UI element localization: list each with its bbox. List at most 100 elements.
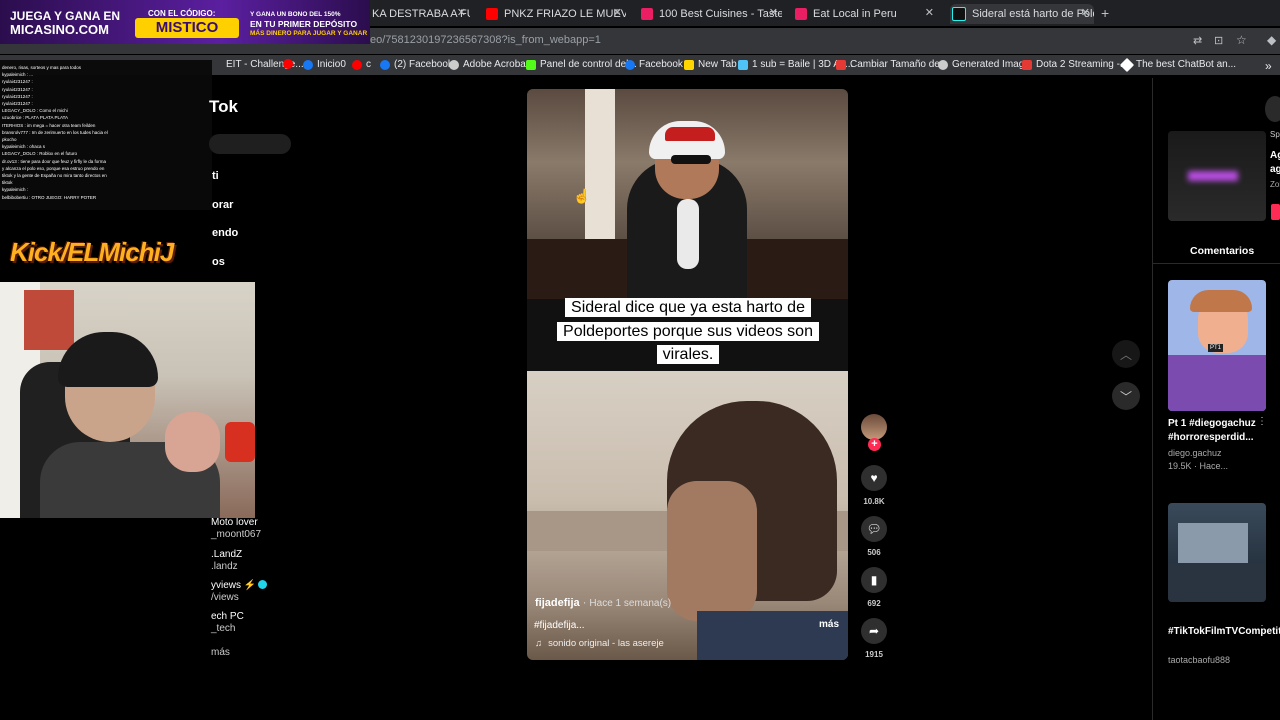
followed-account[interactable]: ech PC _tech xyxy=(211,611,244,635)
sidebar-nav-item[interactable]: endo xyxy=(212,227,238,239)
acrobat-icon xyxy=(449,59,459,70)
room-floor xyxy=(1168,563,1266,602)
site-icon xyxy=(738,59,748,70)
recommended-video-thumbnail[interactable]: PT1 xyxy=(1168,280,1266,411)
account-handle: .landz xyxy=(211,561,238,572)
account-handle: _moont067 xyxy=(211,529,262,540)
bookmark-item[interactable]: The best ChatBot an... xyxy=(1119,57,1236,72)
recommended-video-thumbnail[interactable] xyxy=(1168,503,1266,602)
streamer-webcam xyxy=(0,282,255,518)
account-name: yviews xyxy=(211,580,242,591)
sidebar-nav-item[interactable]: os xyxy=(212,256,225,268)
video-player[interactable]: Sideral dice que ya esta harto de Poldep… xyxy=(527,89,848,660)
browser-tab-active[interactable]: Sideral está harto de Poldeporte ✕ xyxy=(950,4,1094,24)
recommended-video-author[interactable]: diego.gachuz xyxy=(1168,448,1222,458)
comment-action[interactable]: 💬︎ 506 xyxy=(861,516,887,557)
video-scene-bottom xyxy=(527,371,848,660)
followed-account[interactable]: .LandZ .landz xyxy=(211,549,242,573)
chatbot-icon xyxy=(1119,57,1135,72)
recommended-video-title[interactable]: #TikTokFilmTVCompetition... xyxy=(1168,625,1280,639)
like-action[interactable]: ♥ 10.8K xyxy=(861,465,887,506)
share-icon[interactable]: ➦ xyxy=(861,618,887,644)
bookmark-item[interactable]: Generated Image xyxy=(938,59,1030,70)
top-text: ag xyxy=(1270,164,1280,175)
tab-comentarios[interactable]: Comentarios xyxy=(1190,245,1254,257)
video-more-link[interactable]: más xyxy=(819,619,839,630)
account-name: .LandZ xyxy=(211,549,243,560)
account-name: ech PC xyxy=(211,611,244,622)
tiktok-icon xyxy=(952,7,966,21)
install-icon[interactable]: ⊡ xyxy=(1214,34,1223,47)
close-tab-icon[interactable]: ✕ xyxy=(925,6,934,19)
sidebar-nav-item[interactable]: orar xyxy=(212,199,233,211)
tab-label: PNKZ FRIAZO LE MUEVE EL VO xyxy=(504,8,626,20)
author-avatar[interactable]: + xyxy=(861,414,887,451)
sidebar-nav-item[interactable]: ti xyxy=(212,170,219,182)
kick-channel-label: Kick/ELMichiJ xyxy=(10,237,174,267)
browser-tab[interactable]: Eat Local in Peru ✕ xyxy=(795,4,938,24)
tab-underline xyxy=(1152,263,1280,264)
followed-account[interactable]: yviews ⚡ /views xyxy=(211,580,268,604)
bookmark-item[interactable]: (2) Facebook xyxy=(380,59,453,70)
follow-button[interactable] xyxy=(1271,204,1280,220)
chat-line: y alcanza el polo eso, porque esa estruo… xyxy=(2,165,105,171)
red-object xyxy=(225,422,255,462)
close-tab-icon[interactable]: ✕ xyxy=(613,6,622,19)
tiktok-logo[interactable]: Tok xyxy=(209,97,238,117)
bookmark-item[interactable] xyxy=(283,59,297,69)
close-tab-icon[interactable]: ✕ xyxy=(457,6,466,19)
music-note-icon: ♫ xyxy=(535,638,543,649)
close-tab-icon[interactable]: ✕ xyxy=(769,6,778,19)
follow-plus-icon[interactable]: + xyxy=(868,438,881,451)
url-text[interactable]: eo/7581230197236567308?is_from_webapp=1 xyxy=(370,34,601,46)
chat-line: LEGACY_DOLO : Roblox en el futuro xyxy=(2,151,78,157)
avatar[interactable] xyxy=(861,414,887,440)
video-sound[interactable]: ♫ sonido original - las asereje xyxy=(535,638,664,649)
bookmark-item[interactable]: Adobe Acrobat xyxy=(449,59,529,70)
comment-icon[interactable]: 💬︎ xyxy=(861,516,887,542)
bookmark-item[interactable]: c xyxy=(352,59,371,70)
recommended-video-title[interactable]: Pt 1 #diegogachuz #horroresperdid... xyxy=(1168,417,1258,445)
bookmarks-overflow-icon[interactable]: » xyxy=(1265,59,1272,73)
youtube-icon xyxy=(283,59,293,69)
translate-icon[interactable]: ⇄ xyxy=(1193,34,1202,47)
stream-chat-overlay: denero, risas, sorteos y mas para todos k… xyxy=(0,60,212,210)
save-action[interactable]: ▮ 692 xyxy=(861,567,887,608)
next-video-button[interactable]: ﹀ xyxy=(1112,382,1140,410)
browser-tab[interactable]: PNKZ FRIAZO LE MUEVE EL VO ✕ xyxy=(486,4,626,24)
previous-video-button[interactable]: ︿ xyxy=(1112,340,1140,368)
close-tab-icon[interactable]: ✕ xyxy=(1081,6,1090,19)
chat-line: bransrolv777 : Im de zerimuerto en los t… xyxy=(2,129,108,135)
followed-account[interactable]: Moto lover _moont067 xyxy=(211,517,261,541)
browser-tab[interactable]: KA DESTRABA A FUZO F ✕ xyxy=(372,4,470,24)
new-tab-icon[interactable]: + xyxy=(1101,5,1109,21)
save-count: 692 xyxy=(867,599,881,608)
recommended-video-author[interactable]: taotacbaofu888 xyxy=(1168,655,1230,665)
tab-label: 100 Best Cuisines - TasteAtlas A xyxy=(659,8,782,20)
bookmark-item[interactable]: Dota 2 Streaming -... xyxy=(1022,59,1128,70)
bookmark-item[interactable]: Panel de control del... xyxy=(526,59,637,70)
poster xyxy=(24,290,74,350)
video-author[interactable]: fijadefija xyxy=(535,597,580,609)
bookmark-star-icon[interactable]: ☆ xyxy=(1236,33,1247,47)
browser-tab[interactable]: 100 Best Cuisines - TasteAtlas A ✕ xyxy=(641,4,782,24)
see-more-link[interactable]: más xyxy=(211,647,230,659)
chat-line: tiktok xyxy=(2,180,13,186)
chat-line: denero, risas, sorteos y mas para todos xyxy=(2,65,82,70)
close-button[interactable] xyxy=(1265,96,1280,122)
heart-icon[interactable]: ♥ xyxy=(861,465,887,491)
top-video-thumbnail[interactable] xyxy=(1168,131,1266,221)
search-input[interactable] xyxy=(209,134,291,154)
bookmark-item[interactable]: Cambiar Tamaño de... xyxy=(836,59,948,70)
bookmark-icon[interactable]: ▮ xyxy=(861,567,887,593)
extensions-icon[interactable]: ◆ xyxy=(1267,33,1276,47)
tasteatlas-icon xyxy=(641,8,653,20)
bookmark-item[interactable]: New Tab xyxy=(684,59,737,70)
share-action[interactable]: ➦ 1915 xyxy=(861,618,887,659)
more-options-icon[interactable]: ⋮ xyxy=(1257,416,1267,427)
video-hashtag[interactable]: #fijadefija... xyxy=(534,620,585,631)
bookmark-item[interactable]: Facebook xyxy=(625,59,683,70)
bookmark-item[interactable]: Inicio0 xyxy=(303,59,346,70)
red-cap xyxy=(665,127,715,141)
room-wall xyxy=(1178,523,1248,563)
